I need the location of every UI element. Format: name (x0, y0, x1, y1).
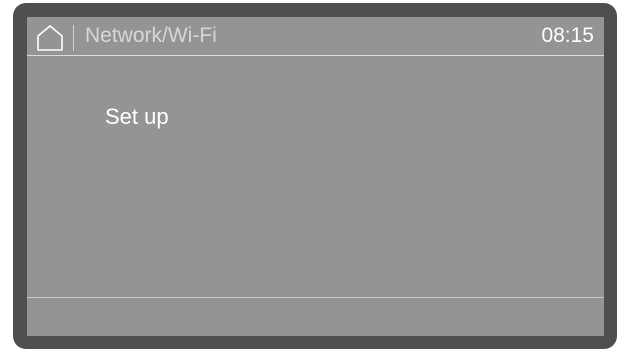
home-button[interactable] (35, 23, 65, 53)
clock-time: 08:15 (541, 24, 594, 47)
header-separator (27, 55, 604, 56)
header-bar: Network/Wi-Fi 08:15 (27, 17, 604, 55)
menu-item-set-up[interactable]: Set up (105, 103, 169, 131)
page-title: Network/Wi-Fi (85, 24, 217, 47)
header-divider (73, 25, 74, 51)
footer-bar (27, 298, 604, 336)
home-icon (37, 25, 63, 51)
display-screen: Network/Wi-Fi 08:15 Set up (27, 17, 604, 336)
